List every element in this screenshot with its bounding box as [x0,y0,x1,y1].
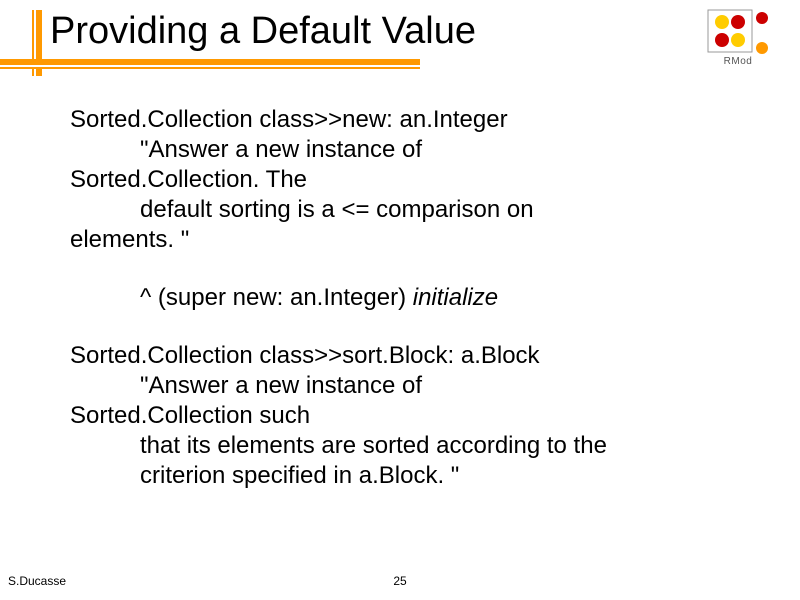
code-emphasis: initialize [413,284,498,311]
code-text: ^ (super new: an.Integer) [140,284,413,311]
underline-thin [0,67,420,69]
code-para-1: Sorted.Collection class>>new: an.Integer… [70,105,730,255]
code-line: default sorting is a <= comparison on [70,195,730,225]
slide-body: Sorted.Collection class>>new: an.Integer… [70,105,730,491]
code-line: Sorted.Collection. The [70,165,730,195]
footer-author: S.Ducasse [8,574,66,588]
code-line: "Answer a new instance of [70,135,730,165]
page-number: 25 [393,574,406,588]
code-line: Sorted.Collection class>>sort.Block: a.B… [70,341,730,371]
code-para-2: ^ (super new: an.Integer) initialize [70,283,730,313]
title-underline [0,59,420,69]
code-line: that its elements are sorted according t… [70,431,730,461]
code-line: elements. " [70,225,730,255]
code-line: "Answer a new instance of [70,371,730,401]
code-line: Sorted.Collection class>>new: an.Integer [70,105,730,135]
code-line: Sorted.Collection such [70,401,730,431]
rmod-logo: RMod [706,8,770,70]
rmod-logo-label: RMod [706,56,770,67]
code-para-3: Sorted.Collection class>>sort.Block: a.B… [70,341,730,491]
code-line: criterion specified in a.Block. " [70,461,730,491]
slide: Providing a Default Value RMod Sorted.Co… [0,0,800,600]
rmod-logo-icon [706,8,770,54]
page-title: Providing a Default Value [0,10,800,59]
title-block: Providing a Default Value [0,10,800,69]
